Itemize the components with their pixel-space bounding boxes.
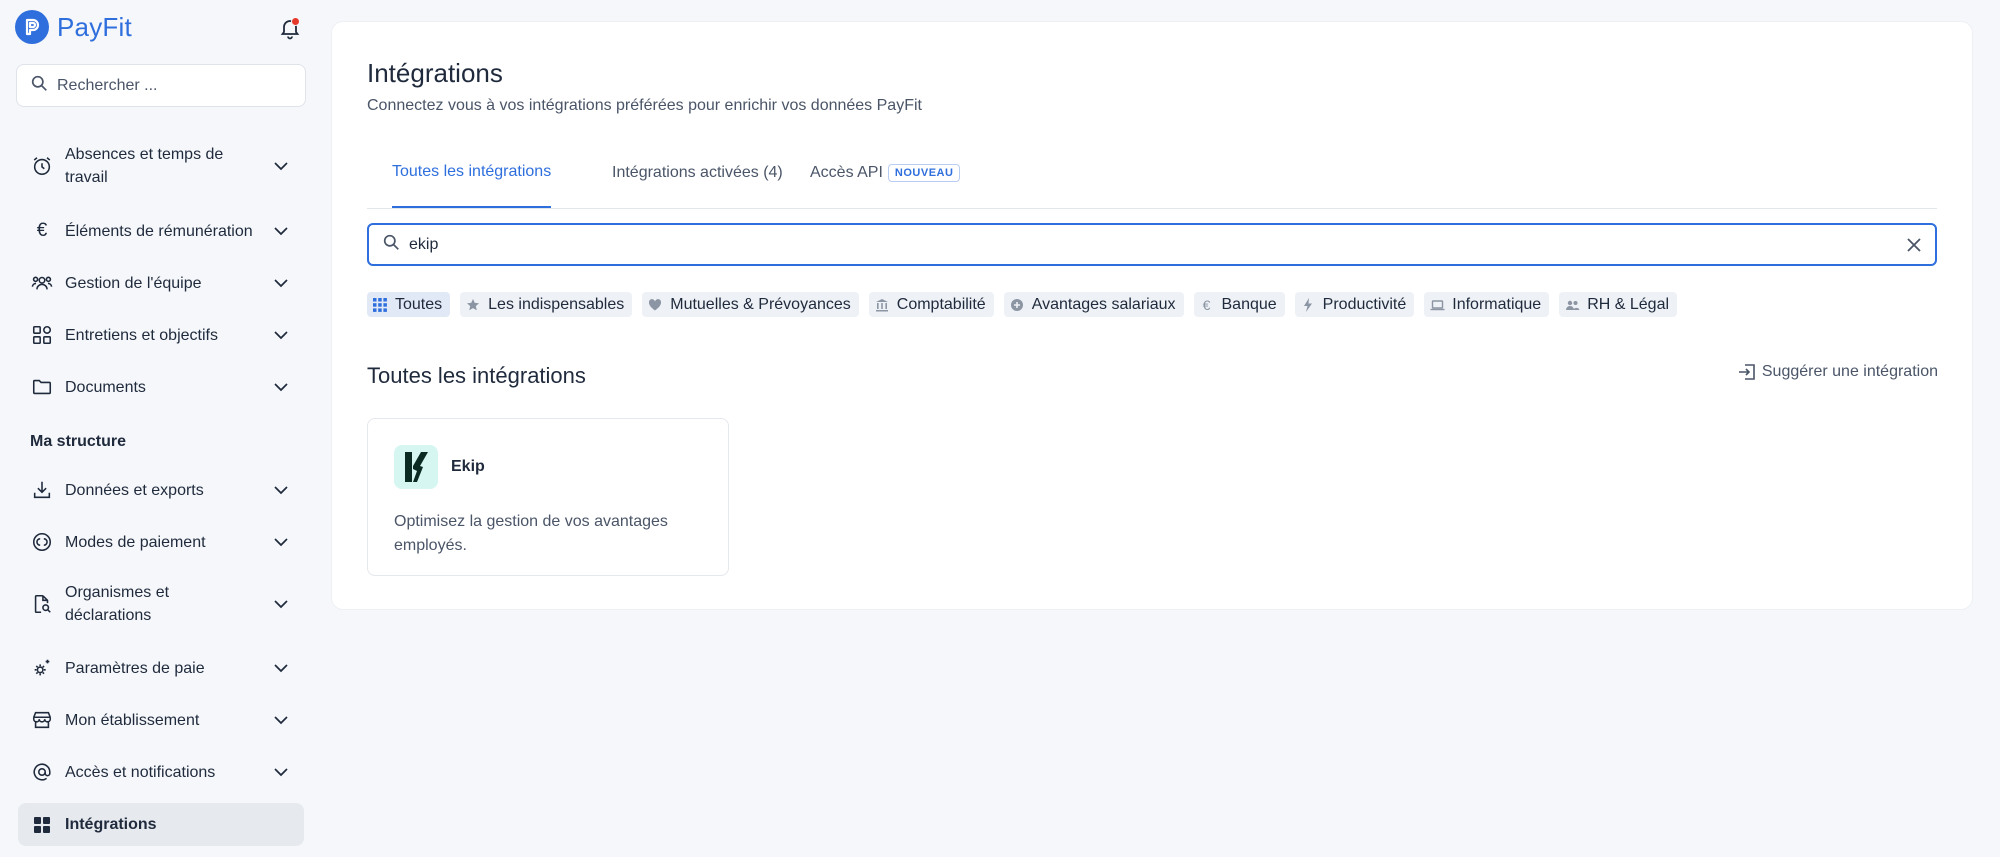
integration-search[interactable] [367, 223, 1937, 266]
grid-icon [30, 813, 54, 837]
download-icon [30, 478, 54, 502]
integration-card-ekip[interactable]: Ekip Optimisez la gestion de vos avantag… [367, 418, 729, 576]
sidebar-item-organismes[interactable]: Organismes et déclarations [18, 581, 304, 627]
sidebar: PayFit Absences et temps de travail € Él… [0, 0, 320, 857]
suggest-integration-link[interactable]: Suggérer une intégration [1738, 363, 1938, 381]
chevron-down-icon [272, 533, 290, 551]
chevron-down-icon [272, 711, 290, 729]
sidebar-item-integrations[interactable]: Intégrations [18, 803, 304, 846]
close-icon[interactable] [1905, 236, 1923, 254]
shapes-icon [30, 323, 54, 347]
chip-avantages[interactable]: Avantages salariaux [1003, 292, 1184, 317]
sidebar-item-etablissement[interactable]: Mon établissement [18, 707, 304, 733]
sidebar-search-input[interactable] [57, 76, 297, 95]
settings-sparkle-icon [30, 656, 54, 680]
main-panel: Intégrations Connectez vous à vos intégr… [331, 21, 1973, 610]
chevron-down-icon [272, 274, 290, 292]
integration-description: Optimisez la gestion de vos avantages em… [394, 513, 668, 554]
brand[interactable]: PayFit [15, 10, 132, 44]
chevron-down-icon [272, 222, 290, 240]
sidebar-item-equipe[interactable]: Gestion de l'équipe [18, 270, 304, 296]
euro-icon: € [36, 220, 48, 241]
chip-mutuelles[interactable]: Mutuelles & Prévoyances [642, 292, 859, 317]
category-filters: Toutes Les indispensables Mutuelles & Pr… [367, 292, 1678, 317]
euro-icon: € [1202, 296, 1211, 313]
laptop-icon [1429, 297, 1445, 313]
people-icon [1564, 297, 1580, 313]
sidebar-item-parametres[interactable]: Paramètres de paie [18, 655, 304, 681]
tab-acces-api[interactable]: Accès API NOUVEAU [810, 138, 961, 208]
coins-icon [30, 530, 54, 554]
chip-banque[interactable]: € Banque [1193, 292, 1285, 317]
integration-search-input[interactable] [409, 235, 1869, 254]
section-title: Toutes les intégrations [367, 363, 586, 388]
tab-activees[interactable]: Intégrations activées (4) [612, 138, 783, 208]
page-title: Intégrations [367, 58, 503, 88]
grid-icon [372, 297, 388, 313]
at-sign-icon [30, 760, 54, 784]
chip-informatique[interactable]: Informatique [1424, 292, 1550, 317]
lightning-icon [1300, 297, 1316, 313]
sign-in-icon [1738, 363, 1756, 381]
sidebar-item-acces[interactable]: Accès et notifications [18, 759, 304, 785]
chip-toutes[interactable]: Toutes [367, 292, 451, 317]
chevron-down-icon [272, 763, 290, 781]
star-icon [465, 297, 481, 313]
chevron-down-icon [272, 157, 290, 175]
search-icon [383, 234, 400, 256]
chevron-down-icon [272, 481, 290, 499]
chip-rh-legal[interactable]: RH & Légal [1559, 292, 1678, 317]
team-icon [30, 271, 54, 295]
sidebar-item-absences[interactable]: Absences et temps de travail [18, 143, 304, 189]
sidebar-item-documents[interactable]: Documents [18, 374, 304, 400]
chevron-down-icon [272, 595, 290, 613]
folder-icon [30, 375, 54, 399]
sidebar-item-remuneration[interactable]: € Éléments de rémunération [18, 218, 304, 244]
notification-dot [291, 17, 300, 26]
bank-icon [874, 297, 890, 313]
brand-name: PayFit [57, 11, 132, 42]
chevron-down-icon [272, 326, 290, 344]
chip-indispensables[interactable]: Les indispensables [460, 292, 633, 317]
sidebar-item-paiement[interactable]: Modes de paiement [18, 529, 304, 555]
ekip-logo-icon [394, 445, 438, 489]
sidebar-item-donnees[interactable]: Données et exports [18, 477, 304, 503]
tabs: Toutes les intégrations Intégrations act… [367, 138, 1937, 209]
integration-name: Ekip [451, 458, 485, 475]
chevron-down-icon [272, 659, 290, 677]
payfit-logo-icon [15, 10, 49, 44]
chevron-down-icon [272, 378, 290, 396]
tab-toutes[interactable]: Toutes les intégrations [392, 138, 552, 208]
sidebar-section-title: Ma structure [30, 433, 127, 450]
heart-icon [647, 297, 663, 313]
sidebar-search[interactable] [16, 64, 306, 107]
plus-circle-icon [1009, 297, 1025, 313]
document-search-icon [30, 592, 54, 616]
page-subtitle: Connectez vous à vos intégrations préfér… [367, 97, 922, 114]
new-badge: NOUVEAU [887, 164, 961, 182]
chip-productivite[interactable]: Productivité [1294, 292, 1415, 317]
search-icon [31, 75, 48, 97]
chip-comptabilite[interactable]: Comptabilité [868, 292, 994, 317]
storefront-icon [30, 708, 54, 732]
alarm-clock-icon [30, 154, 54, 178]
sidebar-item-entretiens[interactable]: Entretiens et objectifs [18, 322, 304, 348]
